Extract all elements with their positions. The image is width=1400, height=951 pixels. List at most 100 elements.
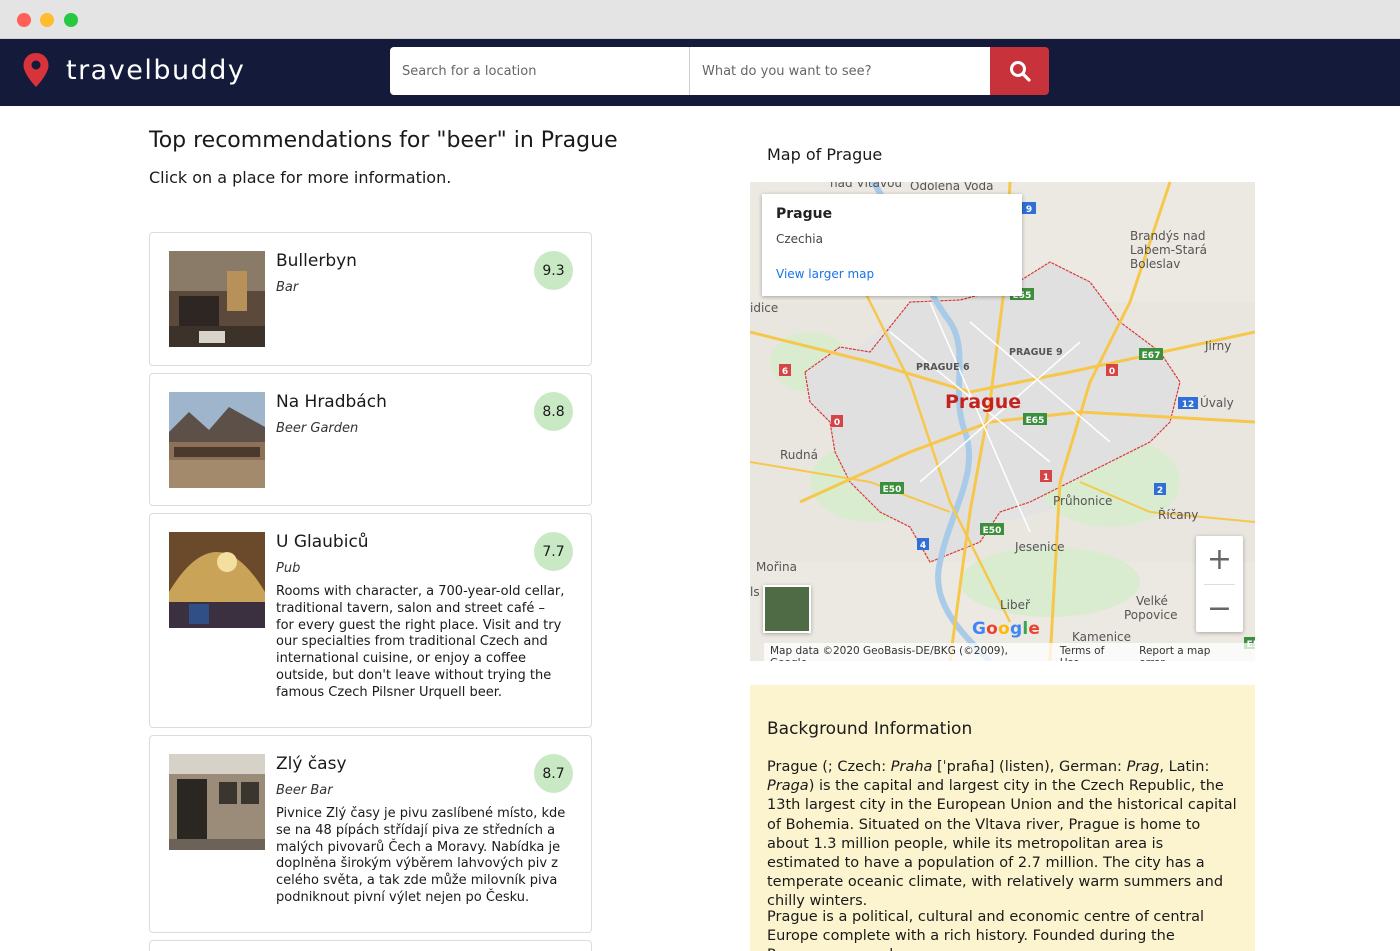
map-data-credit: Map data ©2020 GeoBasis-DE/BKG (©2009), … (770, 645, 1008, 661)
map-label: Odolena Voda (910, 182, 993, 193)
place-type: Pub (276, 561, 301, 576)
page-title: Top recommendations for "beer" in Prague (149, 128, 618, 153)
road-badge: 6 (782, 367, 788, 377)
place-card[interactable] (149, 940, 592, 951)
window-maximize-button[interactable] (64, 13, 78, 27)
map[interactable]: 9 E55 E67 6 0 0 12 E65 1 E50 E50 2 4 E55… (750, 182, 1255, 661)
map-label: Říčany (1158, 507, 1198, 522)
search-button[interactable] (990, 47, 1049, 95)
map-title: Map of Prague (767, 145, 883, 164)
place-photo (169, 251, 265, 347)
place-card[interactable]: Zlý časy Beer Bar Pivnice Zlý časy je pi… (149, 735, 592, 933)
window-close-button[interactable] (17, 13, 31, 27)
google-logo-letter: g (1009, 619, 1023, 639)
map-info-card: Prague Czechia View larger map (762, 194, 1022, 296)
search-icon (1009, 61, 1031, 82)
place-card[interactable]: Bullerbyn Bar 9.3 (149, 232, 592, 366)
place-type: Beer Garden (276, 421, 359, 436)
bg-text: , Latin: (1159, 759, 1210, 775)
page-subtitle: Click on a place for more information. (149, 168, 452, 187)
map-label: Brandýs nad (1130, 229, 1206, 243)
google-logo: Google (972, 619, 1040, 639)
road-badge: E65 (1026, 416, 1045, 426)
road-badge: E50 (883, 485, 902, 495)
google-logo-letter: e (1028, 619, 1041, 639)
map-label: Rudná (780, 448, 818, 462)
bg-text: Prague (767, 759, 818, 775)
place-name[interactable]: U Glaubiců (276, 532, 369, 552)
map-attribution: Map data ©2020 GeoBasis-DE/BKG (©2009), … (764, 643, 1255, 661)
place-type: Bar (276, 280, 299, 295)
bg-text: [ˈpraɦa] (listen), German: (932, 759, 1127, 775)
place-photo (169, 392, 265, 488)
map-label: idice (750, 301, 778, 315)
place-photo (169, 532, 265, 628)
zoom-in-button[interactable]: + (1196, 536, 1243, 583)
rating-badge: 8.7 (534, 754, 573, 793)
view-larger-map-link[interactable]: View larger map (776, 267, 874, 281)
map-label: PRAGUE 6 (916, 362, 970, 373)
map-label: Libeř (1000, 598, 1031, 612)
map-label: Jesenice (1014, 540, 1064, 554)
map-label: Boleslav (1130, 257, 1180, 271)
map-card-subtitle: Czechia (776, 232, 823, 246)
satellite-toggle[interactable] (763, 585, 811, 633)
window-titlebar (0, 0, 1400, 39)
place-name[interactable]: Na Hradbách (276, 392, 387, 412)
map-label: PRAGUE 9 (1009, 347, 1063, 358)
background-info-panel: Background Information Prague (; Czech: … (750, 685, 1255, 951)
terms-of-use-link[interactable]: Terms of Use (1060, 645, 1139, 661)
bg-text: Prag (1126, 759, 1160, 775)
place-description: Rooms with character, a 700-year-old cel… (276, 584, 565, 700)
road-badge: E50 (983, 526, 1002, 536)
brand-logo[interactable]: travelbuddy (66, 55, 245, 86)
place-type: Beer Bar (276, 783, 333, 798)
map-city-label: Prague (945, 391, 1021, 413)
road-badge: 1 (1043, 473, 1049, 483)
place-name[interactable]: Zlý časy (276, 754, 347, 774)
bg-text: ) is the capital and largest city in the… (767, 778, 1237, 910)
google-logo-letter: G (972, 619, 987, 639)
google-logo-letter: o (998, 619, 1010, 639)
bg-text: Praga (767, 778, 809, 795)
bg-text: Praha (890, 759, 933, 775)
location-pin-icon[interactable] (22, 52, 50, 88)
background-paragraph: Prague (; Czech: Praha [ˈpraɦa] (listen)… (767, 758, 1239, 912)
place-name[interactable]: Bullerbyn (276, 251, 357, 271)
map-label: Jirny (1204, 339, 1231, 353)
road-badge: 12 (1182, 400, 1195, 410)
place-photo (169, 754, 265, 850)
map-label: Průhonice (1053, 494, 1112, 508)
map-label: ls (750, 585, 760, 599)
road-badge: 2 (1157, 486, 1163, 496)
google-logo-letter: o (986, 619, 999, 639)
search-bar (390, 47, 1049, 95)
keyword-search-input[interactable] (690, 47, 990, 95)
window-minimize-button[interactable] (40, 13, 54, 27)
navbar: travelbuddy (0, 39, 1400, 106)
background-info-title: Background Information (767, 719, 973, 739)
road-badge: 0 (1109, 367, 1115, 377)
map-label: nad Vltavou (830, 182, 902, 190)
report-map-error-link[interactable]: Report a map error (1139, 645, 1251, 661)
map-label: Velké (1136, 594, 1168, 608)
map-label: Labem-Stará (1130, 243, 1207, 257)
place-card[interactable]: Na Hradbách Beer Garden 8.8 (149, 373, 592, 506)
road-badge: 9 (1026, 205, 1032, 215)
rating-badge: 9.3 (534, 251, 573, 290)
road-badge: 0 (834, 418, 840, 428)
place-card[interactable]: U Glaubiců Pub Rooms with character, a 7… (149, 513, 592, 728)
zoom-controls: + − (1196, 536, 1243, 632)
rating-badge: 7.7 (534, 532, 573, 571)
road-badge: E67 (1142, 351, 1161, 361)
map-label: Mořina (756, 560, 797, 574)
map-card-title: Prague (776, 206, 833, 222)
place-description: Pivnice Zlý časy je pivu zaslíbené místo… (276, 806, 566, 905)
location-search-input[interactable] (390, 47, 690, 95)
background-paragraph: Prague is a political, cultural and econ… (767, 909, 1205, 951)
zoom-out-button[interactable]: − (1196, 585, 1243, 632)
map-label: Kamenice (1072, 630, 1131, 644)
map-label: Úvaly (1200, 395, 1234, 410)
map-label: Popovice (1124, 608, 1178, 622)
bg-text: (; Czech: (817, 759, 891, 775)
